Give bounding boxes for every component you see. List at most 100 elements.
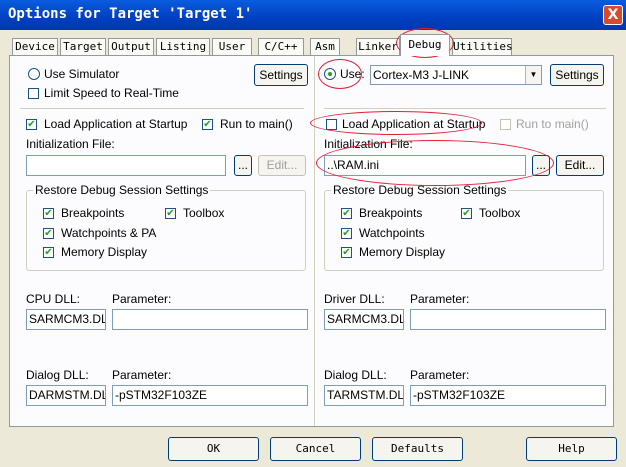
right-init-file-input[interactable]: ..\RAM.ini bbox=[324, 155, 526, 176]
tab-debug[interactable]: Debug bbox=[400, 34, 450, 56]
right-run-to-main-checkbox[interactable] bbox=[500, 119, 511, 130]
driver-parameter-label: Parameter: bbox=[410, 292, 470, 306]
tab-device[interactable]: Device bbox=[12, 38, 58, 55]
right-browse-button[interactable]: ... bbox=[532, 155, 550, 176]
left-restore-group: Restore Debug Session Settings ✔ Breakpo… bbox=[26, 183, 306, 271]
driver-select-value: Cortex-M3 J-LINK bbox=[373, 68, 470, 82]
tab-asm[interactable]: Asm bbox=[310, 38, 340, 55]
tab-listing[interactable]: Listing bbox=[156, 38, 210, 55]
left-toolbox-label: Toolbox bbox=[183, 206, 225, 220]
tab-label: Debug bbox=[408, 38, 442, 51]
check-icon: ✔ bbox=[166, 208, 175, 219]
left-run-to-main-label: Run to main() bbox=[220, 117, 293, 131]
tab-target[interactable]: Target bbox=[60, 38, 106, 55]
cancel-button[interactable]: Cancel bbox=[270, 437, 361, 461]
check-icon: ✔ bbox=[203, 119, 212, 130]
right-watchpoints-checkbox[interactable]: ✔ bbox=[341, 228, 352, 239]
tab-output[interactable]: Output bbox=[108, 38, 154, 55]
left-dialog-dll-input[interactable]: DARMSTM.DLL bbox=[26, 385, 106, 406]
left-memory-display-label: Memory Display bbox=[61, 245, 148, 259]
left-init-file-label: Initialization File: bbox=[26, 137, 115, 151]
cpu-dll-input[interactable]: SARMCM3.DLL bbox=[26, 309, 106, 330]
defaults-button[interactable]: Defaults bbox=[372, 437, 463, 461]
cpu-parameter-label: Parameter: bbox=[112, 292, 172, 306]
cpu-dll-label: CPU DLL: bbox=[26, 292, 81, 306]
right-dialog-dll-label: Dialog DLL: bbox=[324, 368, 387, 382]
title-bar: Options for Target 'Target 1' X bbox=[0, 0, 626, 30]
right-breakpoints-checkbox[interactable]: ✔ bbox=[341, 208, 352, 219]
check-icon: ✔ bbox=[342, 247, 351, 258]
check-icon: ✔ bbox=[44, 247, 53, 258]
driver-settings-button[interactable]: Settings bbox=[550, 64, 604, 86]
tab-label: Output bbox=[111, 40, 151, 53]
tab-label: Listing bbox=[159, 40, 207, 53]
right-memory-display-label: Memory Display bbox=[359, 245, 446, 259]
chevron-down-icon[interactable]: ▼ bbox=[525, 66, 541, 84]
left-edit-button[interactable]: Edit... bbox=[258, 155, 306, 176]
right-watchpoints-label: Watchpoints bbox=[359, 226, 425, 240]
right-dialog-parameter-label: Parameter: bbox=[410, 368, 470, 382]
check-icon: ✔ bbox=[27, 119, 36, 130]
close-icon: X bbox=[607, 7, 619, 23]
right-memory-display-checkbox[interactable]: ✔ bbox=[341, 247, 352, 258]
left-dialog-parameter-label: Parameter: bbox=[112, 368, 172, 382]
check-icon: ✔ bbox=[462, 208, 471, 219]
check-icon: ✔ bbox=[342, 228, 351, 239]
tab-label: Device bbox=[15, 40, 55, 53]
close-button[interactable]: X bbox=[603, 5, 623, 25]
right-toolbox-checkbox[interactable]: ✔ bbox=[461, 208, 472, 219]
left-breakpoints-checkbox[interactable]: ✔ bbox=[43, 208, 54, 219]
use-driver-radio[interactable] bbox=[324, 68, 336, 80]
limit-speed-checkbox[interactable] bbox=[28, 88, 39, 99]
vertical-divider bbox=[314, 56, 315, 426]
driver-select[interactable]: Cortex-M3 J-LINK ▼ bbox=[370, 65, 542, 85]
right-init-file-label: Initialization File: bbox=[324, 137, 413, 151]
driver-dll-label: Driver DLL: bbox=[324, 292, 385, 306]
driver-parameter-input[interactable] bbox=[410, 309, 606, 330]
right-toolbox-label: Toolbox bbox=[479, 206, 521, 220]
left-memory-display-checkbox[interactable]: ✔ bbox=[43, 247, 54, 258]
use-driver-label: Use: bbox=[340, 67, 365, 81]
use-simulator-label: Use Simulator bbox=[44, 67, 120, 81]
limit-speed-label: Limit Speed to Real-Time bbox=[44, 86, 179, 100]
debug-tab-page: Use Simulator Settings Limit Speed to Re… bbox=[9, 55, 614, 427]
left-load-app-label: Load Application at Startup bbox=[44, 117, 188, 131]
tab-label: Linker bbox=[358, 40, 398, 53]
tab-utilities[interactable]: Utilities bbox=[452, 38, 513, 55]
left-toolbox-checkbox[interactable]: ✔ bbox=[165, 208, 176, 219]
left-restore-title: Restore Debug Session Settings bbox=[33, 183, 211, 197]
right-run-to-main-label: Run to main() bbox=[516, 117, 589, 131]
left-init-file-input[interactable] bbox=[26, 155, 226, 176]
right-dialog-dll-input[interactable]: TARMSTM.DLL bbox=[324, 385, 404, 406]
right-edit-button[interactable]: Edit... bbox=[556, 155, 604, 176]
left-dialog-parameter-input[interactable]: -pSTM32F103ZE bbox=[112, 385, 308, 406]
left-watchpoints-checkbox[interactable]: ✔ bbox=[43, 228, 54, 239]
tab-user[interactable]: User bbox=[212, 38, 252, 55]
simulator-settings-button[interactable]: Settings bbox=[254, 64, 308, 86]
left-breakpoints-label: Breakpoints bbox=[61, 206, 125, 220]
right-load-app-checkbox[interactable] bbox=[326, 119, 337, 130]
tab-label: Asm bbox=[315, 40, 335, 53]
driver-dll-input[interactable]: SARMCM3.DLL bbox=[324, 309, 404, 330]
left-divider bbox=[20, 108, 304, 109]
ok-button[interactable]: OK bbox=[168, 437, 259, 461]
check-icon: ✔ bbox=[342, 208, 351, 219]
right-divider bbox=[324, 108, 606, 109]
use-simulator-radio[interactable] bbox=[28, 68, 40, 80]
left-dialog-dll-label: Dialog DLL: bbox=[26, 368, 89, 382]
tab-linker[interactable]: Linker bbox=[356, 38, 400, 55]
left-run-to-main-checkbox[interactable]: ✔ bbox=[202, 119, 213, 130]
left-watchpoints-label: Watchpoints & PA bbox=[61, 226, 157, 240]
right-breakpoints-label: Breakpoints bbox=[359, 206, 423, 220]
cpu-parameter-input[interactable] bbox=[112, 309, 308, 330]
left-load-app-checkbox[interactable]: ✔ bbox=[26, 119, 37, 130]
help-button[interactable]: Help bbox=[526, 437, 617, 461]
right-restore-title: Restore Debug Session Settings bbox=[331, 183, 509, 197]
right-load-app-label: Load Application at Startup bbox=[342, 117, 486, 131]
tab-c-cpp[interactable]: C/C++ bbox=[258, 38, 304, 55]
tab-label: User bbox=[218, 40, 246, 53]
tab-label: Utilities bbox=[453, 40, 513, 53]
right-dialog-parameter-input[interactable]: -pSTM32F103ZE bbox=[410, 385, 606, 406]
left-browse-button[interactable]: ... bbox=[234, 155, 252, 176]
window-title: Options for Target 'Target 1' bbox=[8, 6, 253, 22]
